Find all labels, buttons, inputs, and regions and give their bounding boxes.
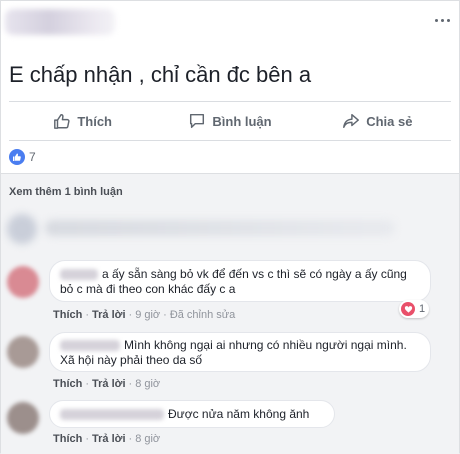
comment-icon bbox=[190, 113, 205, 129]
comment-like-link[interactable]: Thích bbox=[53, 309, 82, 321]
comment-text: Được nửa năm không ănh bbox=[168, 407, 310, 421]
like-button[interactable]: Thích bbox=[9, 102, 156, 140]
reaction-summary[interactable]: 7 bbox=[9, 148, 36, 166]
comment-reply-link[interactable]: Trả lời bbox=[92, 378, 126, 390]
comment-bubble: Được nửa năm không ănh bbox=[49, 400, 335, 428]
comment-time[interactable]: 8 giờ bbox=[135, 433, 160, 445]
comment-time[interactable]: 9 giờ bbox=[135, 309, 160, 321]
more-dots-icon[interactable] bbox=[435, 15, 453, 25]
comment-reply-link[interactable]: Trả lời bbox=[92, 433, 126, 445]
comment-meta: Thích · Trả lời · 9 giờ · Đã chỉnh sửa bbox=[53, 309, 236, 321]
share-button[interactable]: Chia sẻ bbox=[304, 102, 451, 140]
comment-author-blurred[interactable] bbox=[60, 409, 164, 421]
comment-author-blurred[interactable] bbox=[60, 340, 120, 352]
comment-text: a ấy sẵn sàng bỏ vk để đến vs c thì sẽ c… bbox=[60, 267, 407, 296]
avatar bbox=[7, 402, 39, 434]
avatar bbox=[7, 266, 39, 298]
comment-time[interactable]: 8 giờ bbox=[135, 378, 160, 390]
comment-meta: Thích · Trả lời · 8 giờ bbox=[53, 378, 161, 390]
comment-bubble: Mình không ngại ai nhưng có nhiều người … bbox=[49, 332, 431, 372]
blurred-comment bbox=[5, 212, 405, 246]
view-more-comments-link[interactable]: Xem thêm 1 bình luận bbox=[9, 186, 123, 198]
comment-button[interactable]: Bình luận bbox=[156, 102, 303, 140]
like-reaction-icon bbox=[9, 149, 25, 165]
post-card: E chấp nhận , chỉ cần đc bên a Thích Bìn… bbox=[0, 0, 460, 454]
comment-like-link[interactable]: Thích bbox=[53, 433, 82, 445]
heart-icon bbox=[401, 302, 415, 316]
comment-reaction[interactable]: 1 bbox=[399, 300, 430, 318]
comment-reply-link[interactable]: Trả lời bbox=[92, 309, 126, 321]
comment-like-link[interactable]: Thích bbox=[53, 378, 82, 390]
like-label: Thích bbox=[77, 113, 112, 129]
comment-reaction-count: 1 bbox=[419, 303, 426, 315]
comment-meta: Thích · Trả lời · 8 giờ bbox=[53, 433, 161, 445]
action-bar: Thích Bình luận Chia sẻ bbox=[9, 101, 451, 141]
author-name-blurred bbox=[5, 9, 115, 35]
thumbs-up-icon bbox=[54, 113, 70, 129]
comments-section: Xem thêm 1 bình luận a ấy sẵn sàng bỏ vk… bbox=[1, 173, 459, 454]
post-header bbox=[1, 1, 459, 51]
post-text: E chấp nhận , chỉ cần đc bên a bbox=[9, 62, 312, 87]
comment-label: Bình luận bbox=[212, 113, 272, 129]
avatar bbox=[7, 336, 39, 368]
share-icon bbox=[343, 113, 360, 129]
comment-author-blurred[interactable] bbox=[60, 269, 98, 281]
share-label: Chia sẻ bbox=[366, 113, 413, 129]
comment-edited[interactable]: Đã chỉnh sửa bbox=[170, 309, 235, 321]
comment-bubble: a ấy sẵn sàng bỏ vk để đến vs c thì sẽ c… bbox=[49, 260, 431, 302]
reaction-count: 7 bbox=[29, 150, 36, 164]
